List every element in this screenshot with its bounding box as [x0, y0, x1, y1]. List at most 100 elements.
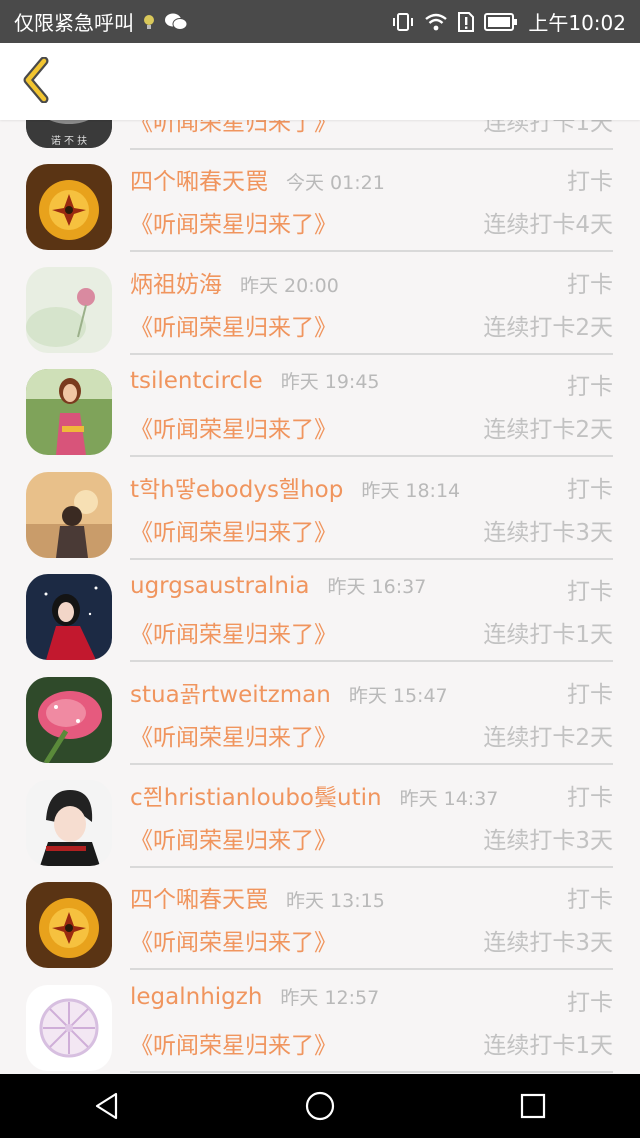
- list-item[interactable]: 四个啝春天罠 昨天 13:15 打卡《听闻荣星归来了》 连续打卡3天: [0, 866, 640, 971]
- square-recents-icon: [521, 1093, 546, 1119]
- name-line: t학h땋ebodys헬hop 昨天 18:14: [130, 470, 460, 504]
- name-line: legalnhigzh 昨天 12:57: [130, 983, 379, 1010]
- book-title[interactable]: 《听闻荣星归来了》: [130, 923, 337, 957]
- book-title[interactable]: 《听闻荣星归来了》: [130, 410, 337, 444]
- timestamp: 今天 01:21: [286, 172, 385, 194]
- name-line: tsilentcircle 昨天 19:45: [130, 367, 380, 394]
- list-item[interactable]: c쯴hristianloubo鬓utin 昨天 14:37 打卡《听闻荣星归来了》 连…: [0, 764, 640, 868]
- header-bar: [0, 43, 640, 120]
- status-left: 仅限紧急呼叫: [14, 7, 188, 36]
- chevron-left-icon: [23, 57, 49, 103]
- avatar[interactable]: [26, 984, 112, 1071]
- username[interactable]: 四个啝春天罠: [130, 162, 268, 196]
- list-item-partial[interactable]: 诺 不 扶 《听闻荣星归来了》 连续打卡1天: [0, 120, 640, 150]
- avatar-caption: 诺 不 扶: [51, 134, 87, 147]
- avatar: 诺 不 扶: [26, 120, 112, 148]
- avatar[interactable]: [26, 471, 112, 558]
- triangle-back-icon: [95, 1092, 117, 1120]
- row-content: ugrgsaustralnia 昨天 16:37 打卡《听闻荣星归来了》 连续打卡1天: [130, 558, 613, 663]
- clock: 上午10:02: [528, 11, 626, 35]
- streak-label: 连续打卡3天: [483, 930, 613, 957]
- status-right: 上午10:02: [392, 7, 626, 36]
- timestamp: 昨天 15:47: [348, 685, 448, 707]
- username[interactable]: 炳祖妨海: [130, 265, 222, 299]
- book-title[interactable]: 《听闻荣星归来了》: [130, 1026, 337, 1060]
- username[interactable]: stua굙rtweitzman: [130, 675, 331, 709]
- username[interactable]: c쯴hristianloubo鬓utin: [130, 778, 382, 812]
- timestamp: 昨天 16:37: [327, 576, 427, 599]
- avatar[interactable]: [26, 266, 112, 353]
- username[interactable]: t학h땋ebodys헬hop: [130, 470, 343, 504]
- row-content: stua굙rtweitzman 昨天 15:47 打卡《听闻荣星归来了》 连续打卡2天: [130, 661, 613, 765]
- list-item[interactable]: legalnhigzh 昨天 12:57 打卡 《听闻荣星归来了》 连续打卡1天: [0, 969, 640, 1073]
- name-line: 四个啝春天罠 昨天 13:15: [130, 880, 385, 914]
- sim-alert-icon: [458, 11, 475, 32]
- streak-label: 连续打卡2天: [483, 417, 613, 444]
- avatar[interactable]: [26, 574, 112, 661]
- avatar[interactable]: [26, 779, 112, 866]
- name-line: 炳祖妨海 昨天 20:00: [130, 265, 339, 299]
- action-label: 打卡: [567, 271, 613, 298]
- streak-label: 连续打卡1天: [483, 622, 613, 649]
- wifi-icon: [424, 12, 448, 32]
- name-line: 四个啝春天罠 今天 01:21: [130, 162, 385, 196]
- streak-label: 连续打卡3天: [483, 827, 613, 854]
- action-label: 打卡: [567, 476, 613, 503]
- streak-label: 连续打卡4天: [483, 212, 613, 238]
- username[interactable]: 四个啝春天罠: [130, 880, 268, 914]
- timestamp: 昨天 13:15: [286, 890, 385, 913]
- action-label: 打卡: [567, 682, 613, 708]
- lightbulb-icon: [142, 13, 156, 31]
- username[interactable]: tsilentcircle: [130, 368, 263, 394]
- avatar[interactable]: [26, 369, 112, 456]
- avatar[interactable]: [26, 677, 112, 763]
- carrier-text: 仅限紧急呼叫: [14, 11, 134, 35]
- nav-home-button[interactable]: [290, 1076, 350, 1136]
- list-item[interactable]: 炳祖妨海 昨天 20:00 打卡 《听闻荣星归来了》 连续打卡2天: [0, 251, 640, 355]
- list-item[interactable]: t학h땋ebodys헬hop 昨天 18:14 打卡《听闻荣星归来了》 连续打卡3天: [0, 456, 640, 560]
- list-item[interactable]: ugrgsaustralnia 昨天 16:37 打卡《听闻荣星归来了》 连续打卡1天: [0, 558, 640, 663]
- row-content: tsilentcircle 昨天 19:45 打卡 《听闻荣星归来了》 连续打卡2天: [130, 353, 613, 458]
- timestamp: 昨天 14:37: [399, 787, 499, 810]
- timestamp: 昨天 19:45: [280, 371, 380, 394]
- book-title[interactable]: 《听闻荣星归来了》: [130, 821, 337, 855]
- back-button[interactable]: [12, 55, 62, 105]
- list-item[interactable]: 四个啝春天罠 今天 01:21 打卡《听闻荣星归来了》 连续打卡4天: [0, 148, 640, 252]
- row-content: t학h땋ebodys헬hop 昨天 18:14 打卡《听闻荣星归来了》 连续打卡3天: [130, 456, 613, 560]
- book-title[interactable]: 《听闻荣星归来了》: [130, 615, 337, 649]
- book-title[interactable]: 《听闻荣星归来了》: [130, 308, 337, 342]
- book-title[interactable]: 《听闻荣星归来了》: [130, 205, 337, 239]
- nav-back-button[interactable]: [77, 1076, 137, 1136]
- timestamp: 昨天 20:00: [240, 274, 339, 297]
- checkin-list[interactable]: 诺 不 扶 《听闻荣星归来了》 连续打卡1天 四个啝春天罠 今天 01:21 打卡《…: [0, 120, 640, 1074]
- action-label: 打卡: [567, 579, 613, 606]
- streak-label: 连续打卡3天: [483, 519, 613, 546]
- name-line: stua굙rtweitzman 昨天 15:47: [130, 675, 448, 709]
- action-label: 打卡: [567, 989, 613, 1016]
- status-bar: 仅限紧急呼叫 上午10:02: [0, 0, 640, 43]
- username[interactable]: ugrgsaustralnia: [130, 573, 310, 599]
- streak-label: 连续打卡2天: [483, 725, 613, 751]
- row-content: c쯴hristianloubo鬓utin 昨天 14:37 打卡《听闻荣星归来了》 连…: [130, 764, 613, 868]
- row-content: 炳祖妨海 昨天 20:00 打卡 《听闻荣星归来了》 连续打卡2天: [130, 251, 613, 355]
- avatar[interactable]: [26, 882, 112, 969]
- avatar[interactable]: [26, 164, 112, 250]
- action-label: 打卡: [567, 169, 613, 195]
- book-title[interactable]: 《听闻荣星归来了》: [130, 718, 337, 752]
- action-label: 打卡: [567, 887, 613, 914]
- list-item[interactable]: stua굙rtweitzman 昨天 15:47 打卡《听闻荣星归来了》 连续打卡2天: [0, 661, 640, 765]
- row-content: 四个啝春天罠 今天 01:21 打卡《听闻荣星归来了》 连续打卡4天: [130, 148, 613, 252]
- nav-recents-button[interactable]: [503, 1076, 563, 1136]
- username[interactable]: legalnhigzh: [130, 984, 262, 1010]
- system-nav-bar: [0, 1074, 640, 1138]
- row-content: 《听闻荣星归来了》 连续打卡1天: [130, 120, 613, 150]
- book-title[interactable]: 《听闻荣星归来了》: [130, 513, 337, 547]
- wechat-icon: [164, 12, 188, 32]
- circle-home-icon: [305, 1091, 335, 1121]
- row-content: 四个啝春天罠 昨天 13:15 打卡《听闻荣星归来了》 连续打卡3天: [130, 866, 613, 971]
- book-title[interactable]: 《听闻荣星归来了》: [130, 120, 337, 137]
- list-item[interactable]: tsilentcircle 昨天 19:45 打卡 《听闻荣星归来了》 连续打卡2天: [0, 353, 640, 458]
- battery-icon: [484, 12, 518, 31]
- action-label: 打卡: [567, 784, 613, 811]
- timestamp: 昨天 12:57: [280, 986, 380, 1009]
